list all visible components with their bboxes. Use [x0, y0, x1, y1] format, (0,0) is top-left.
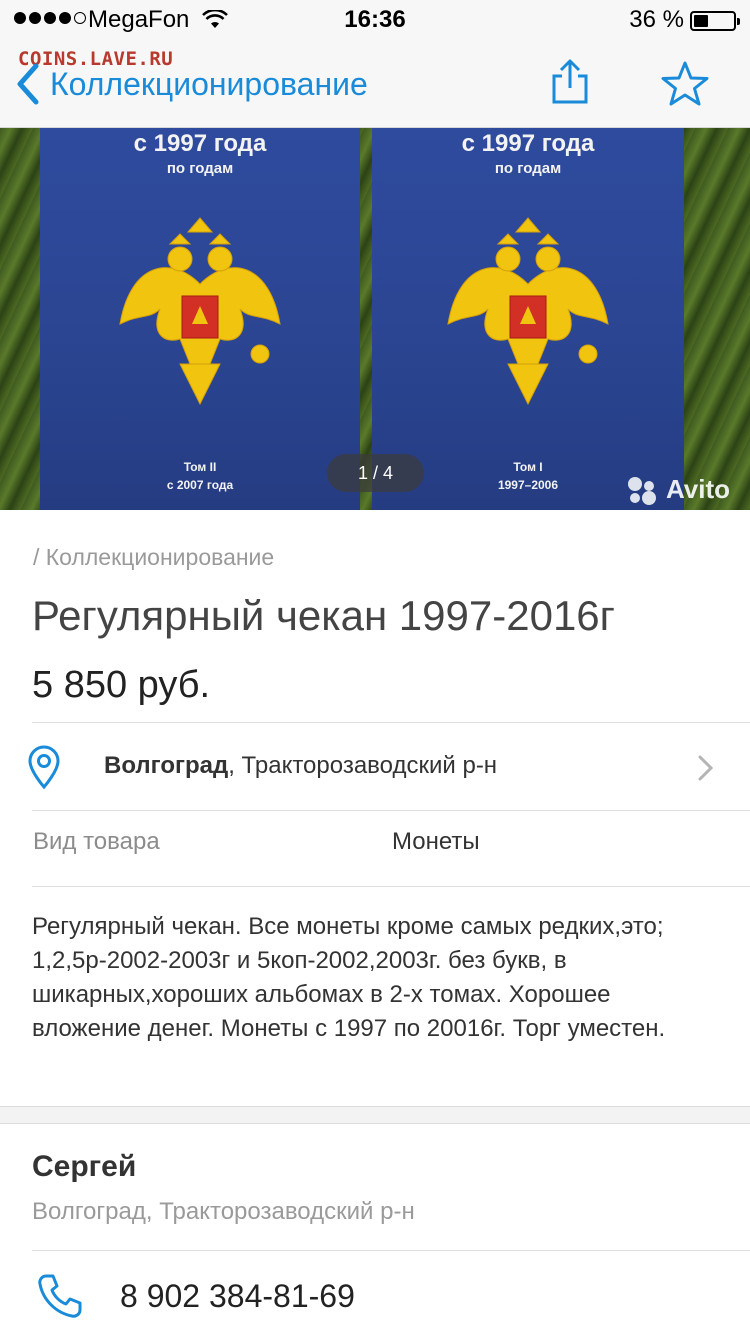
coin-album-cover: с 1997 года по годам Том II с 2007 года — [40, 128, 360, 510]
listing-price: 5 850 руб. — [32, 664, 211, 706]
location-row[interactable]: Волгоград, Тракторозаводский р-н — [0, 724, 750, 810]
divider — [32, 810, 750, 811]
location-pin-icon — [28, 745, 60, 790]
status-bar: MegaFon 16:36 36 % — [0, 0, 750, 40]
album-subtitle: по годам — [494, 160, 562, 177]
avito-wordmark: Avito — [666, 474, 731, 504]
share-button[interactable] — [548, 58, 592, 111]
album-volume: Том II с 2007 года — [166, 460, 234, 492]
param-value: Монеты — [392, 828, 480, 855]
battery-icon — [690, 11, 740, 31]
avito-dots-icon — [626, 475, 660, 505]
album-title: с 1997 года — [461, 130, 595, 157]
seller-location: Волгоград, Тракторозаводский р-н — [32, 1198, 415, 1225]
back-button[interactable]: Коллекционирование — [14, 62, 368, 106]
location-text: Волгоград, Тракторозаводский р-н — [104, 752, 497, 780]
photo-gallery[interactable]: с 1997 года по годам Том II с 2007 года … — [0, 128, 750, 510]
navigation-bar: COINS.LAVE.RU Коллекционирование — [0, 40, 750, 128]
coat-of-arms-icon — [119, 217, 281, 406]
phone-number: 8 902 384-81-69 — [120, 1278, 355, 1314]
battery-percent: 36 % — [629, 6, 684, 33]
favorite-button[interactable] — [660, 60, 710, 113]
location-city: Волгоград — [104, 752, 229, 779]
star-icon — [661, 61, 709, 106]
listing-title: Регулярный чекан 1997-2016г — [32, 592, 615, 639]
call-button[interactable]: 8 902 384-81-69 — [0, 1252, 750, 1334]
section-separator — [0, 1106, 750, 1124]
coin-album-cover: с 1997 года по годам Том I 1997–2006 — [372, 128, 684, 510]
avito-logo: Avito — [626, 474, 730, 505]
album-title: с 1997 года — [133, 130, 267, 157]
phone-icon — [38, 1274, 82, 1318]
album-subtitle: по годам — [166, 160, 234, 177]
location-district: , Тракторозаводский р-н — [228, 752, 498, 779]
seller-name[interactable]: Сергей — [32, 1150, 136, 1184]
listing-description: Регулярный чекан. Все монеты кроме самых… — [32, 913, 666, 1042]
divider — [32, 1250, 750, 1251]
breadcrumb[interactable]: / Коллекционирование — [33, 544, 274, 571]
chevron-left-icon — [17, 63, 39, 105]
param-label: Вид товара — [33, 828, 160, 855]
back-button-label: Коллекционирование — [50, 65, 368, 102]
photo-counter: 1 / 4 — [327, 454, 424, 492]
chevron-right-icon — [698, 755, 714, 781]
divider — [32, 722, 750, 723]
coat-of-arms-icon — [447, 217, 609, 406]
divider — [32, 886, 750, 887]
share-icon — [552, 59, 588, 104]
